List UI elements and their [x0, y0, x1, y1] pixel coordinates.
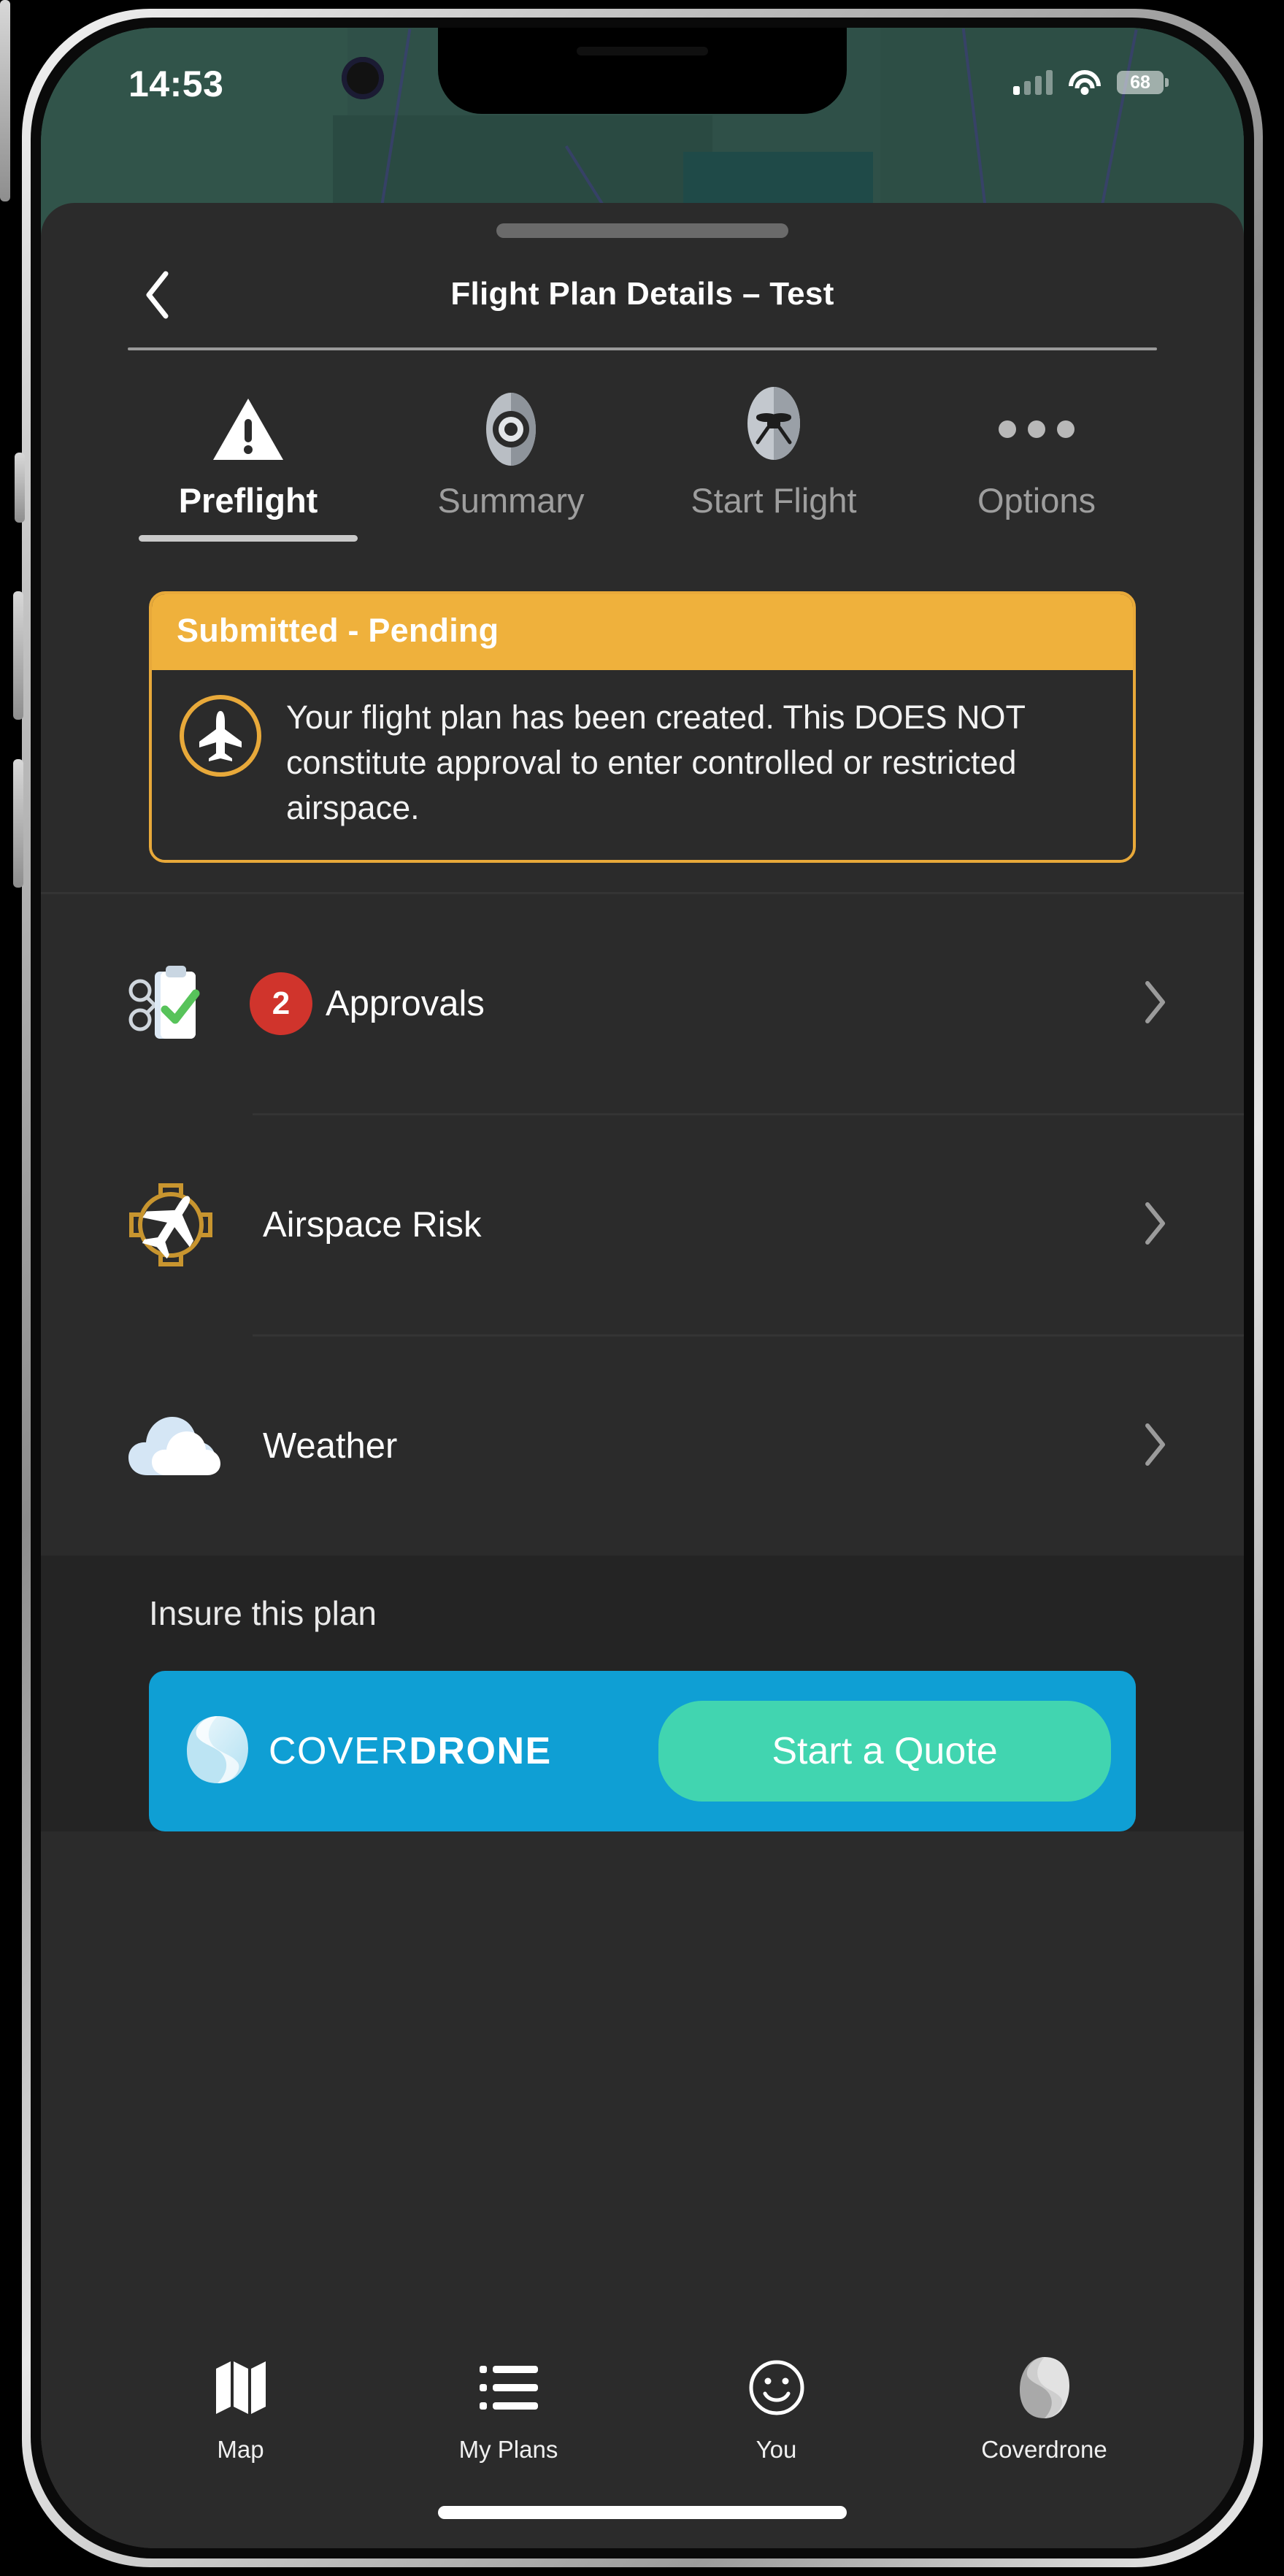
tab-preflight[interactable]: Preflight	[117, 385, 380, 575]
airplane-restricted-icon	[127, 1181, 250, 1269]
warning-triangle-icon	[210, 385, 286, 473]
earpiece-speaker	[577, 47, 708, 55]
chevron-right-icon	[1143, 980, 1168, 1029]
home-indicator[interactable]	[438, 2506, 847, 2519]
status-card: Submitted - Pending Your flight plan has…	[149, 591, 1136, 864]
row-label: Airspace Risk	[263, 1205, 482, 1245]
coverdrone-wordmark: COVERDRONE	[269, 1729, 552, 1773]
smiley-face-icon	[747, 2350, 806, 2426]
tab-bar: Preflight Summary Start Flight Options	[41, 350, 1244, 575]
coverdrone-banner[interactable]: COVERDRONE Start a Quote	[149, 1671, 1136, 1832]
row-label: Approvals	[326, 984, 485, 1024]
eye-icon	[474, 385, 547, 473]
list-icon	[479, 2350, 538, 2426]
status-badge: Submitted - Pending	[152, 594, 1133, 670]
volume-up-button[interactable]	[13, 591, 23, 720]
approvals-count-badge: 2	[250, 972, 312, 1036]
row-label: Weather	[263, 1426, 398, 1466]
row-weather[interactable]: Weather	[41, 1337, 1244, 1556]
nav-header: Flight Plan Details – Test	[41, 238, 1244, 347]
coverdrone-swirl-icon	[1018, 2350, 1072, 2426]
brand-suffix: DRONE	[409, 1730, 552, 1773]
flight-plan-sheet: Flight Plan Details – Test Preflight Sum…	[41, 203, 1244, 2548]
airplane-circle-icon	[180, 695, 261, 777]
bottom-nav-label: Coverdrone	[981, 2436, 1107, 2463]
tab-active-underline	[139, 534, 358, 542]
insure-heading: Insure this plan	[149, 1594, 377, 1633]
bottom-nav-coverdrone[interactable]: Coverdrone	[910, 2350, 1178, 2548]
insure-section: Insure this plan COVERDRONE Start a Quot…	[41, 1556, 1244, 1832]
phone-screen: 14:53 68 Flight Plan Details – Test Pref…	[41, 28, 1244, 2548]
chevron-right-icon	[1143, 1201, 1168, 1250]
ellipsis-icon	[996, 385, 1077, 473]
tab-options[interactable]: Options	[905, 385, 1168, 575]
tab-label: Options	[977, 481, 1096, 520]
tab-label: Preflight	[178, 481, 318, 520]
start-quote-button[interactable]: Start a Quote	[658, 1701, 1111, 1802]
silent-switch[interactable]	[15, 453, 25, 523]
status-card-text: Your flight plan has been created. This …	[286, 699, 1026, 827]
bottom-nav-map[interactable]: Map	[107, 2350, 374, 2548]
tab-label: Start Flight	[691, 481, 857, 520]
row-approvals[interactable]: 2 Approvals	[41, 894, 1244, 1113]
bottom-nav-label: You	[756, 2436, 797, 2463]
bottom-nav-label: Map	[217, 2436, 264, 2463]
map-icon	[213, 2350, 269, 2426]
chevron-right-icon	[1143, 1422, 1168, 1471]
drone-clipboard-check-icon	[127, 964, 250, 1043]
brand-prefix: COVER	[269, 1730, 410, 1773]
bottom-nav-label: My Plans	[458, 2436, 558, 2463]
row-airspace-risk[interactable]: Airspace Risk	[41, 1115, 1244, 1334]
page-title: Flight Plan Details – Test	[450, 276, 834, 312]
tab-summary[interactable]: Summary	[380, 385, 642, 575]
notch	[438, 28, 847, 114]
cloud-icon	[127, 1411, 250, 1481]
status-card-body: Your flight plan has been created. This …	[152, 670, 1133, 861]
coverdrone-logo-group: COVERDRONE	[184, 1713, 658, 1790]
phone-frame: 14:53 68 Flight Plan Details – Test Pref…	[0, 0, 1284, 2576]
tab-start-flight[interactable]: Start Flight	[642, 385, 905, 575]
sheet-drag-handle[interactable]	[496, 223, 788, 238]
drone-circle-icon	[737, 385, 810, 473]
volume-down-button[interactable]	[13, 759, 23, 888]
front-camera	[342, 57, 384, 99]
power-button[interactable]	[0, 0, 10, 201]
coverdrone-swirl-icon	[184, 1713, 251, 1790]
tab-label: Summary	[437, 481, 585, 520]
